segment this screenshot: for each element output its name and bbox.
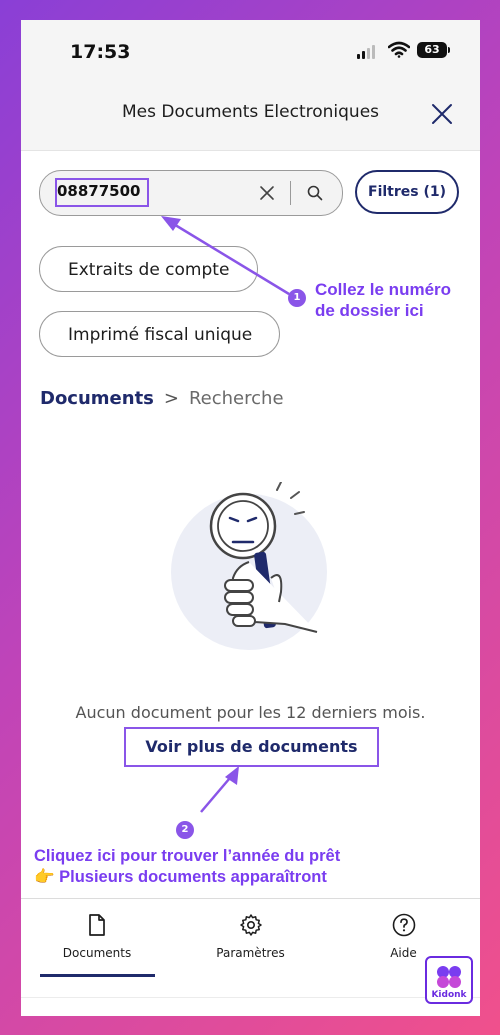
annotation-badge-1: 1 (288, 289, 306, 307)
help-icon (392, 913, 415, 937)
tab-documents[interactable]: Documents (39, 899, 155, 979)
annotation-text-2: Cliquez ici pour trouver l’année du prêt… (34, 846, 340, 888)
active-tab-indicator (40, 974, 155, 977)
kidonk-logo: Kidonk (425, 956, 473, 1004)
annotation-text-1: Collez le numéro de dossier ici (315, 279, 451, 321)
annotation-1-line-1: Collez le numéro (315, 280, 452, 299)
phone-screen: 17:53 63 Mes Documents Electroniques 088… (21, 20, 480, 1016)
kidonk-mark-icon (437, 966, 461, 988)
annotation-badge-2: 2 (176, 821, 194, 839)
document-icon (89, 914, 105, 936)
bottom-divider (21, 997, 480, 998)
annotation-2-line-1: Cliquez ici pour trouver l’année du prêt (34, 847, 341, 865)
tab-settings[interactable]: Paramètres (193, 899, 308, 979)
annotation-2-line-2: 👉 Plusieurs documents apparaîtront (34, 868, 327, 886)
tab-settings-label: Paramètres (216, 946, 285, 960)
tab-documents-label: Documents (62, 946, 132, 960)
bottom-tab-bar: Documents Paramètres Aide (21, 898, 480, 1016)
gear-icon (239, 914, 262, 936)
annotation-1-line-2: de dossier ici (315, 301, 424, 320)
kidonk-label: Kidonk (431, 990, 467, 1000)
